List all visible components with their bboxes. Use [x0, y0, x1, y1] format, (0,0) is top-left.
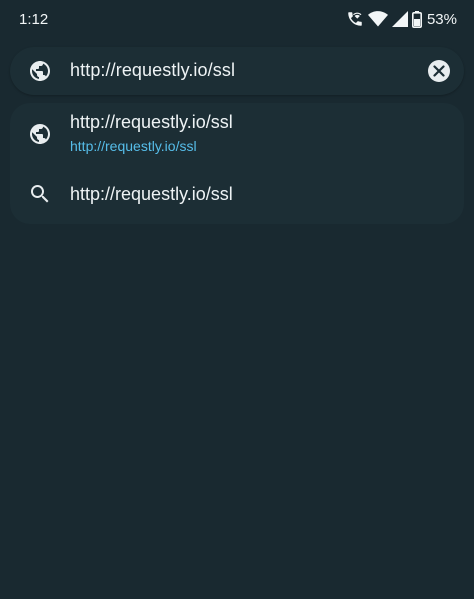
suggestion-url: http://requestly.io/ssl	[70, 138, 197, 154]
address-bar[interactable]: http://requestly.io/ssl	[10, 47, 464, 95]
signal-icon	[391, 11, 408, 27]
wifi-icon	[367, 10, 388, 28]
clear-icon[interactable]	[428, 60, 450, 82]
battery-percent: 53%	[426, 10, 457, 28]
wifi-calling-icon	[346, 10, 364, 28]
status-time: 1:12	[19, 11, 49, 28]
globe-icon	[28, 59, 52, 88]
suggestion-title: http://requestly.io/ssl	[70, 112, 233, 132]
suggestion-item-url[interactable]: http://requestly.io/ssl http://requestly…	[10, 103, 464, 165]
suggestion-title: http://requestly.io/ssl	[70, 184, 233, 204]
status-icons: 53%	[346, 10, 457, 28]
suggestions-list: http://requestly.io/ssl http://requestly…	[10, 103, 464, 224]
suggestion-item-search[interactable]: http://requestly.io/ssl	[10, 169, 464, 219]
battery-icon	[411, 10, 422, 28]
url-input[interactable]: http://requestly.io/ssl	[70, 60, 235, 81]
status-bar: 1:12 53%	[0, 0, 474, 40]
globe-icon	[28, 122, 52, 151]
search-icon	[28, 182, 52, 211]
